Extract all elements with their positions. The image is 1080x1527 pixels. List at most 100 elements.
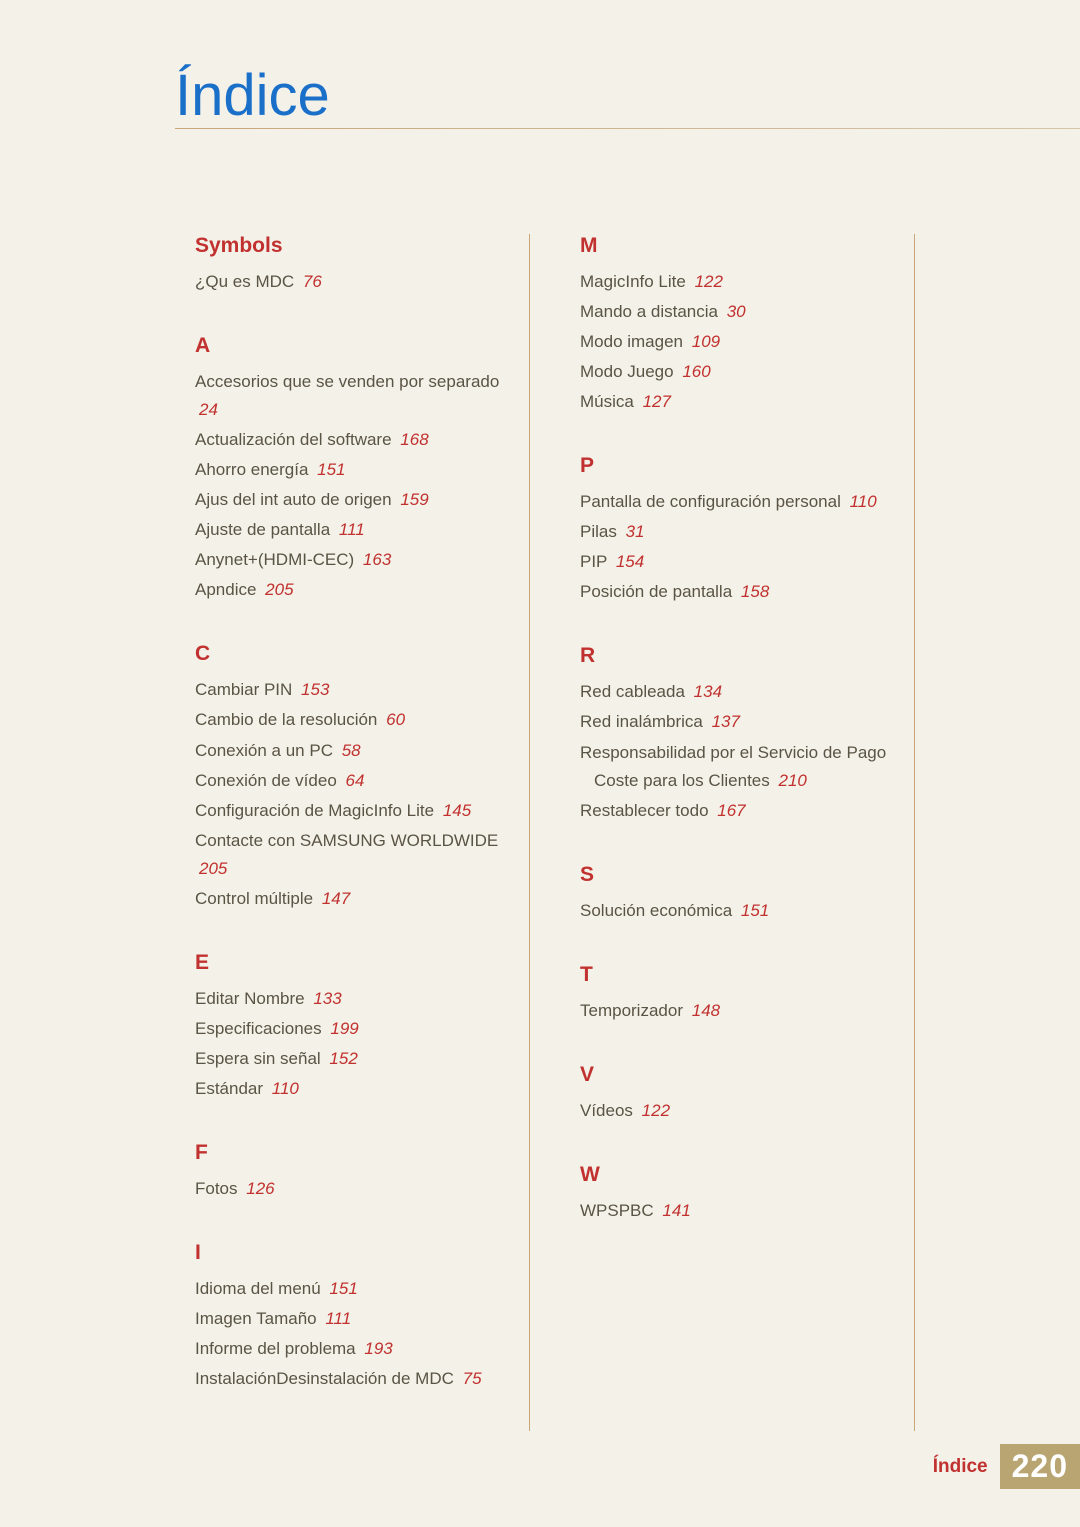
entry-page[interactable]: 153 [301, 680, 329, 699]
entry-text: MagicInfo Lite [580, 272, 686, 291]
entry-page[interactable]: 122 [642, 1101, 670, 1120]
index-entry[interactable]: Pantalla de configuración personal 110 [580, 488, 889, 516]
index-entry[interactable]: Contacte con SAMSUNG WORLDWIDE 205 [195, 827, 504, 883]
entry-page[interactable]: 134 [694, 682, 722, 701]
entry-page[interactable]: 31 [626, 522, 645, 541]
entry-text: Red inalámbrica [580, 712, 703, 731]
entry-page[interactable]: 193 [364, 1339, 392, 1358]
index-entry[interactable]: Modo Juego 160 [580, 358, 889, 386]
index-section: FFotos 126 [195, 1141, 504, 1203]
entry-page[interactable]: 111 [325, 1309, 351, 1328]
entry-page[interactable]: 141 [662, 1201, 690, 1220]
index-entry[interactable]: Anynet+(HDMI-CEC) 163 [195, 546, 504, 574]
entry-page[interactable]: 159 [400, 490, 428, 509]
entry-page[interactable]: 147 [322, 889, 350, 908]
section-letter: M [580, 234, 889, 258]
index-entry[interactable]: Cambio de la resolución 60 [195, 706, 504, 734]
entry-page[interactable]: 76 [303, 272, 322, 291]
entry-page[interactable]: 110 [272, 1079, 299, 1098]
index-entry[interactable]: Accesorios que se venden por separado 24 [195, 368, 504, 424]
index-entry[interactable]: WPSPBC 141 [580, 1197, 889, 1225]
index-entry[interactable]: Idioma del menú 151 [195, 1275, 504, 1303]
index-entry[interactable]: Fotos 126 [195, 1175, 504, 1203]
entry-page[interactable]: 133 [313, 989, 341, 1008]
index-entry[interactable]: Temporizador 148 [580, 997, 889, 1025]
entry-page[interactable]: 64 [346, 771, 365, 790]
entry-page[interactable]: 148 [692, 1001, 720, 1020]
index-entry[interactable]: Responsabilidad por el Servicio de PagoC… [580, 739, 889, 795]
entry-page[interactable]: 151 [317, 460, 345, 479]
entry-page[interactable]: 205 [199, 859, 227, 878]
index-entry[interactable]: Especificaciones 199 [195, 1015, 504, 1043]
entry-text: Vídeos [580, 1101, 633, 1120]
entry-text: Contacte con SAMSUNG WORLDWIDE [195, 831, 498, 850]
index-entry[interactable]: Apndice 205 [195, 576, 504, 604]
index-entry[interactable]: Configuración de MagicInfo Lite 145 [195, 797, 504, 825]
entry-text: Solución económica [580, 901, 732, 920]
entry-page[interactable]: 151 [329, 1279, 357, 1298]
index-entry[interactable]: Actualización del software 168 [195, 426, 504, 454]
index-entry[interactable]: Restablecer todo 167 [580, 797, 889, 825]
index-section: AAccesorios que se venden por separado 2… [195, 334, 504, 604]
index-entry[interactable]: Red cableada 134 [580, 678, 889, 706]
index-entry[interactable]: Conexión de vídeo 64 [195, 767, 504, 795]
entry-page[interactable]: 205 [265, 580, 293, 599]
entry-text-cont: Coste para los Clientes [580, 771, 770, 790]
section-letter: R [580, 644, 889, 668]
index-entry[interactable]: PIP 154 [580, 548, 889, 576]
entry-page[interactable]: 24 [199, 400, 218, 419]
entry-text: Estándar [195, 1079, 263, 1098]
entry-page[interactable]: 154 [616, 552, 644, 571]
entry-page[interactable]: 210 [779, 771, 807, 790]
entry-page[interactable]: 152 [329, 1049, 357, 1068]
entry-page[interactable]: 75 [463, 1369, 482, 1388]
index-entry[interactable]: Espera sin señal 152 [195, 1045, 504, 1073]
entry-page[interactable]: 167 [717, 801, 745, 820]
index-entry[interactable]: Posición de pantalla 158 [580, 578, 889, 606]
index-entry[interactable]: Solución económica 151 [580, 897, 889, 925]
entry-page[interactable]: 199 [330, 1019, 358, 1038]
entry-text: Configuración de MagicInfo Lite [195, 801, 434, 820]
index-entry[interactable]: Música 127 [580, 388, 889, 416]
index-entry[interactable]: MagicInfo Lite 122 [580, 268, 889, 296]
index-entry[interactable]: InstalaciónDesinstalación de MDC 75 [195, 1365, 504, 1393]
index-entry[interactable]: Pilas 31 [580, 518, 889, 546]
index-entry[interactable]: Modo imagen 109 [580, 328, 889, 356]
index-entry[interactable]: Imagen Tamaño 111 [195, 1305, 504, 1333]
index-entry[interactable]: Estándar 110 [195, 1075, 504, 1103]
entry-page[interactable]: 160 [682, 362, 710, 381]
index-entry[interactable]: Red inalámbrica 137 [580, 708, 889, 736]
index-entry[interactable]: Mando a distancia 30 [580, 298, 889, 326]
entry-page[interactable]: 110 [850, 492, 877, 511]
entry-page[interactable]: 58 [342, 741, 361, 760]
index-entry[interactable]: ¿Qu es MDC 76 [195, 268, 504, 296]
entry-text: Especificaciones [195, 1019, 322, 1038]
entry-page[interactable]: 111 [339, 520, 365, 539]
index-entry[interactable]: Ajuste de pantalla 111 [195, 516, 504, 544]
index-entry[interactable]: Informe del problema 193 [195, 1335, 504, 1363]
entry-text: Temporizador [580, 1001, 683, 1020]
entry-text: Ajuste de pantalla [195, 520, 330, 539]
entry-page[interactable]: 151 [741, 901, 769, 920]
entry-page[interactable]: 60 [386, 710, 405, 729]
entry-page[interactable]: 126 [246, 1179, 274, 1198]
entry-page[interactable]: 137 [712, 712, 740, 731]
entry-page[interactable]: 158 [741, 582, 769, 601]
entry-text: Restablecer todo [580, 801, 709, 820]
index-entry[interactable]: Editar Nombre 133 [195, 985, 504, 1013]
index-entry[interactable]: Ahorro energía 151 [195, 456, 504, 484]
index-entry[interactable]: Cambiar PIN 153 [195, 676, 504, 704]
index-entry[interactable]: Control múltiple 147 [195, 885, 504, 913]
index-entry[interactable]: Ajus del int auto de origen 159 [195, 486, 504, 514]
index-entry[interactable]: Vídeos 122 [580, 1097, 889, 1125]
entry-page[interactable]: 145 [443, 801, 471, 820]
entry-page[interactable]: 168 [400, 430, 428, 449]
index-entry[interactable]: Conexión a un PC 58 [195, 737, 504, 765]
entry-page[interactable]: 109 [692, 332, 720, 351]
entry-page[interactable]: 127 [643, 392, 671, 411]
entry-text: Conexión a un PC [195, 741, 333, 760]
entry-text: Música [580, 392, 634, 411]
entry-page[interactable]: 163 [363, 550, 391, 569]
entry-page[interactable]: 30 [727, 302, 746, 321]
entry-page[interactable]: 122 [695, 272, 723, 291]
